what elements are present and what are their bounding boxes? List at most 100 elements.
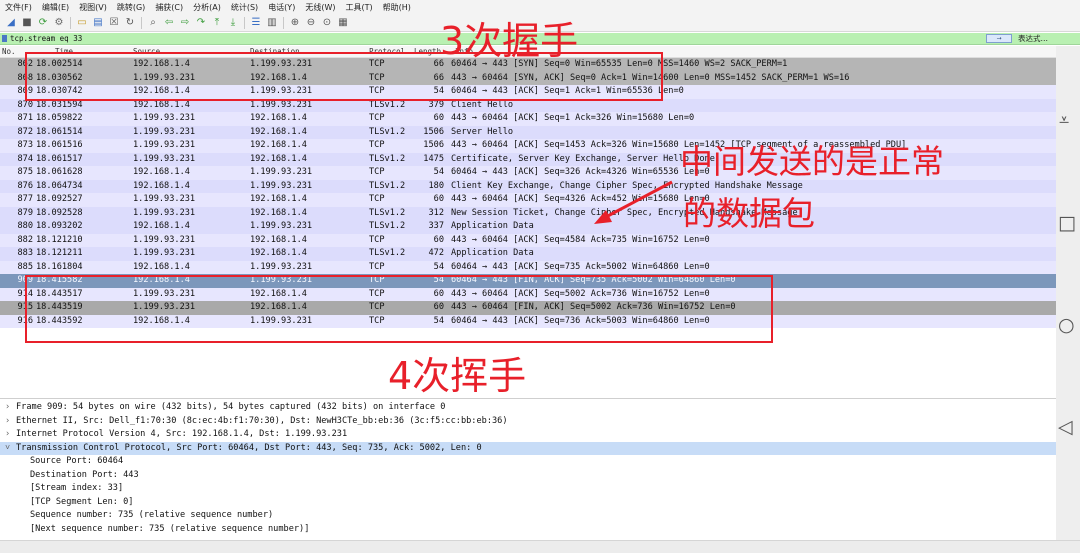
packet-protocol: TLSv1.2 [369,153,406,164]
middle-annotation-line1: 中间发送的是正常 [680,142,944,181]
packet-time: 18.064734 [36,180,83,191]
resize-columns-icon[interactable]: ▦ [337,17,349,29]
apply-filter-button[interactable]: → [986,34,1012,43]
packet-source: 1.199.93.231 [133,207,196,218]
detail-field[interactable]: Destination Port: 443 [0,469,1080,483]
packet-info: 443 → 60464 [ACK] Seq=4326 Ack=452 Win=1… [451,194,710,204]
colorize-icon[interactable]: ▥ [266,17,278,29]
packet-time: 18.061516 [36,140,83,150]
detail-text: Destination Port: 443 [30,469,139,480]
packet-destination: 192.168.1.4 [250,126,307,137]
packet-time: 18.061628 [36,167,83,177]
packet-destination: 192.168.1.4 [250,113,307,123]
packet-details-pane: › Frame 909: 54 bytes on wire (432 bits),… [0,398,1080,541]
options-gear-icon[interactable]: ⚙ [53,17,65,29]
go-first-icon[interactable]: ⤒ [211,17,223,29]
detail-tree-item[interactable]: › Internet Protocol Version 4, Src: 192.1… [0,428,1080,442]
close-file-icon[interactable]: ☒ [108,17,120,29]
packet-row[interactable]: 876 18.064734 192.168.1.4 1.199.93.231 TLSv1… [0,179,1080,193]
menu-bar: 文件(F) 编辑(E) 视图(V) 跳转(G) 捕获(C) 分析(A) 统计(S) 电话(Y)… [0,0,1080,14]
packet-time: 18.121210 [36,234,83,245]
back-triangle-icon[interactable]: ◁ [1058,418,1073,437]
detail-field[interactable]: Sequence number: 735 (relative sequence … [0,509,1080,523]
detail-field[interactable]: Source Port: 60464 [0,455,1080,469]
zoom-normal-icon[interactable]: ⊙ [321,17,333,29]
expand-right-icon[interactable]: › [5,415,10,429]
packet-length: 1475 [423,153,444,164]
packet-destination: 192.168.1.4 [250,248,307,258]
restart-icon[interactable]: ⟳ [37,17,49,29]
packet-destination: 192.168.1.4 [250,234,307,245]
detail-tree-item[interactable]: › Ethernet II, Src: Dell_f1:70:30 (8c:ec:… [0,415,1080,429]
packet-length: 54 [433,167,444,177]
stop-icon[interactable]: ■ [21,17,33,29]
expand-right-icon[interactable]: › [5,401,10,415]
menu-item-10[interactable]: 帮助(H) [378,2,416,13]
packet-number: 885 [17,261,33,272]
detail-field[interactable]: [Next sequence number: 735 (relative seq… [0,523,1080,537]
packet-number: 883 [17,248,33,258]
reload-icon[interactable]: ↻ [124,17,136,29]
menu-item-2[interactable]: 视图(V) [74,2,112,13]
packet-row[interactable]: 877 18.092527 1.199.93.231 192.168.1.4 TCP 60… [0,193,1080,207]
menu-item-0[interactable]: 文件(F) [0,2,37,13]
detail-field[interactable]: [Stream index: 33] [0,482,1080,496]
packet-time: 18.059822 [36,113,83,123]
packet-row[interactable]: 882 18.121210 1.199.93.231 192.168.1.4 TCP 60… [0,233,1080,247]
menu-item-1[interactable]: 编辑(E) [37,2,74,13]
packet-row[interactable]: 880 18.093202 192.168.1.4 1.199.93.231 TLSv1… [0,220,1080,234]
packet-source: 1.199.93.231 [133,113,196,123]
packet-row[interactable]: 879 18.092528 1.199.93.231 192.168.1.4 TLSv1… [0,206,1080,220]
menu-item-3[interactable]: 跳转(G) [112,2,150,13]
expand-down-icon[interactable]: ˅ [5,442,10,456]
packet-number: 871 [17,113,33,123]
go-to-packet-icon[interactable]: ↷ [195,17,207,29]
column-header-no[interactable]: No. [2,47,16,56]
packet-time: 18.061517 [36,153,83,164]
packet-time: 18.061514 [36,126,83,137]
menu-item-9[interactable]: 工具(T) [340,2,377,13]
packet-row[interactable]: 885 18.161804 192.168.1.4 1.199.93.231 TCP 54… [0,260,1080,274]
go-back-icon[interactable]: ⇦ [163,17,175,29]
open-folder-icon[interactable]: ▭ [76,17,88,29]
go-last-icon[interactable]: ⤓ [227,17,239,29]
packet-destination: 1.199.93.231 [250,221,313,231]
menu-item-5[interactable]: 分析(A) [188,2,226,13]
detail-tree-item[interactable]: › Frame 909: 54 bytes on wire (432 bits),… [0,401,1080,415]
packet-protocol: TCP [369,113,385,123]
expand-right-icon[interactable]: › [5,428,10,442]
horizontal-scrollbar[interactable] [0,540,1080,553]
menu-item-4[interactable]: 捕获(C) [150,2,188,13]
packet-length: 312 [428,207,444,218]
find-icon[interactable]: ⌕ [147,17,159,29]
detail-text: [TCP Segment Len: 0] [30,496,134,507]
zoom-in-icon[interactable]: ⊕ [289,17,301,29]
square-icon[interactable]: □ [1058,214,1076,233]
detail-field[interactable]: [TCP Segment Len: 0] [0,496,1080,510]
packet-protocol: TCP [369,194,385,204]
side-control-panel: ⩡ □ ○ ◁ [1056,46,1080,540]
menu-item-6[interactable]: 统计(S) [226,2,263,13]
packet-row[interactable]: 871 18.059822 1.199.93.231 192.168.1.4 TCP 60… [0,112,1080,126]
menu-item-8[interactable]: 无线(W) [300,2,340,13]
packet-row[interactable]: 883 18.121211 1.199.93.231 192.168.1.4 TLSv1… [0,247,1080,261]
packet-number: 876 [17,180,33,191]
packet-length: 60 [433,194,444,204]
detail-tree-item[interactable]: ˅ Transmission Control Protocol, Src Port… [0,441,1080,456]
menu-item-7[interactable]: 电话(Y) [263,2,300,13]
autoscroll-icon[interactable]: ☰ [250,17,262,29]
shark-fin-start-icon[interactable]: ◢ [5,17,17,29]
packet-source: 192.168.1.4 [133,167,190,177]
save-file-icon[interactable]: ▤ [92,17,104,29]
circle-icon[interactable]: ○ [1058,316,1075,335]
packet-row[interactable]: 872 18.061514 1.199.93.231 192.168.1.4 TLSv1… [0,125,1080,139]
packet-length: 1506 [423,140,444,150]
packet-length: 180 [428,180,444,191]
wave-highlight-box [25,275,773,343]
collapse-down-icon[interactable]: ⩡ [1059,112,1069,130]
packet-source: 1.199.93.231 [133,194,196,204]
packet-destination: 1.199.93.231 [250,167,313,177]
expression-button[interactable]: 表达式… [1018,33,1048,44]
zoom-out-icon[interactable]: ⊖ [305,17,317,29]
go-forward-icon[interactable]: ⇨ [179,17,191,29]
